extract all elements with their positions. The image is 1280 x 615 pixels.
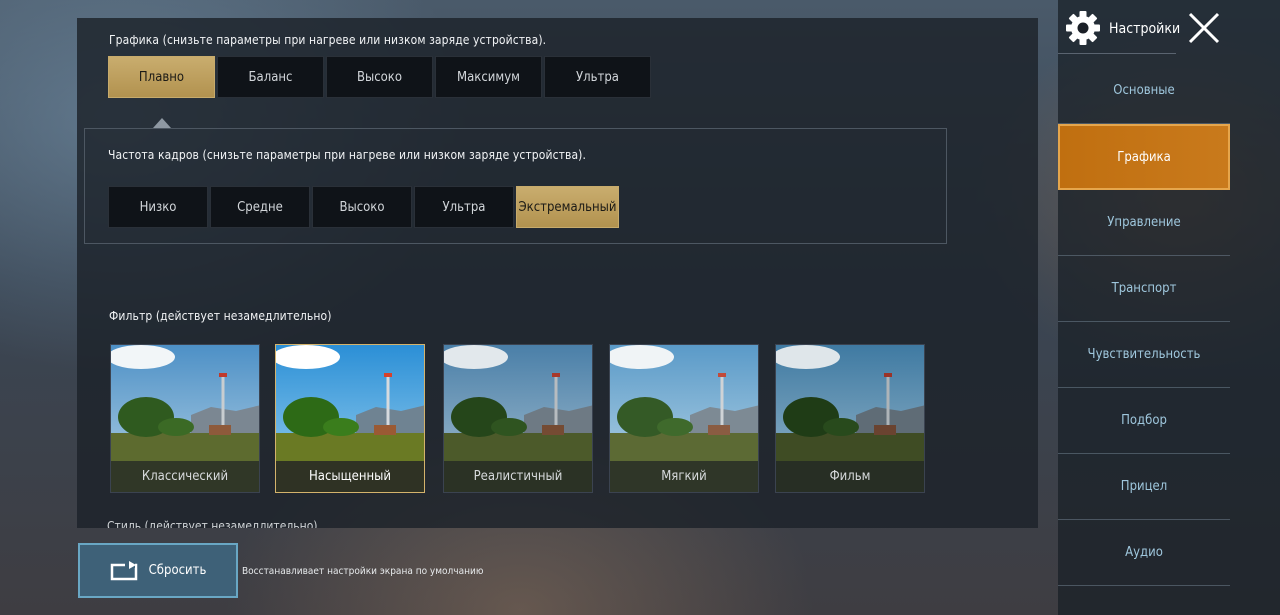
graphics-settings-panel: Графика (снизьте параметры при нагреве и…: [77, 18, 1038, 528]
fps-option-low[interactable]: Низко: [108, 186, 208, 228]
frame-rate-selector: Низко Средне Высоко Ультра Экстремальный: [108, 186, 619, 228]
graphics-option-smooth[interactable]: Плавно: [108, 56, 215, 98]
sidebar-item-controls[interactable]: Управление: [1058, 190, 1230, 256]
fps-option-high[interactable]: Высоко: [312, 186, 412, 228]
sidebar-item-sensitivity[interactable]: Чувствительность: [1058, 322, 1230, 388]
graphics-quality-label: Графика (снизьте параметры при нагреве и…: [109, 33, 547, 47]
filter-card-realistic[interactable]: Реалистичный: [443, 344, 593, 493]
filter-label-film: Фильм: [776, 461, 924, 492]
fps-option-medium[interactable]: Средне: [210, 186, 310, 228]
reset-button[interactable]: Сбросить: [78, 543, 238, 598]
sidebar-item-basic[interactable]: Основные: [1058, 58, 1230, 124]
sidebar-item-vehicles[interactable]: Транспорт: [1058, 256, 1230, 322]
graphics-option-ultra[interactable]: Ультра: [544, 56, 651, 98]
pointer-arrow-icon: [153, 118, 171, 128]
reset-button-label: Сбросить: [148, 563, 207, 578]
filter-card-soft[interactable]: Мягкий: [609, 344, 759, 493]
graphics-quality-selector: Плавно Баланс Высоко Максимум Ультра: [108, 56, 651, 98]
settings-sidebar: Настройки Основные Графика Управление Тр…: [1058, 0, 1280, 615]
reset-icon: [110, 560, 137, 580]
filter-label-soft: Мягкий: [610, 461, 758, 492]
sidebar-item-crosshair[interactable]: Прицел: [1058, 454, 1230, 520]
filter-card-film[interactable]: Фильм: [775, 344, 925, 493]
graphics-option-max[interactable]: Максимум: [435, 56, 542, 98]
close-icon[interactable]: [1187, 11, 1221, 45]
header-divider: [1058, 53, 1176, 54]
frame-rate-section: Частота кадров (снизьте параметры при на…: [84, 128, 947, 244]
filter-card-saturated[interactable]: Насыщенный: [275, 344, 425, 493]
fps-option-extreme[interactable]: Экстремальный: [516, 186, 619, 228]
filter-label-saturated: Насыщенный: [276, 461, 424, 492]
graphics-option-balanced[interactable]: Баланс: [217, 56, 324, 98]
sidebar-header: Настройки: [1058, 0, 1280, 54]
next-section-label-partial: Стиль (действует незамедлительно): [107, 519, 318, 528]
sidebar-title: Настройки: [1109, 21, 1181, 37]
filter-card-classic[interactable]: Классический: [110, 344, 260, 493]
gear-icon: [1066, 11, 1100, 45]
sidebar-item-graphics[interactable]: Графика: [1058, 124, 1230, 190]
frame-rate-label: Частота кадров (снизьте параметры при на…: [108, 148, 587, 162]
filter-label-realistic: Реалистичный: [444, 461, 592, 492]
sidebar-item-pickup[interactable]: Подбор: [1058, 388, 1230, 454]
reset-description: Восстанавливает настройки экрана по умол…: [242, 566, 484, 577]
filter-label-classic: Классический: [111, 461, 259, 492]
graphics-option-high[interactable]: Высоко: [326, 56, 433, 98]
sidebar-item-audio[interactable]: Аудио: [1058, 520, 1230, 586]
filter-label: Фильтр (действует незамедлительно): [109, 309, 332, 323]
fps-option-ultra[interactable]: Ультра: [414, 186, 514, 228]
